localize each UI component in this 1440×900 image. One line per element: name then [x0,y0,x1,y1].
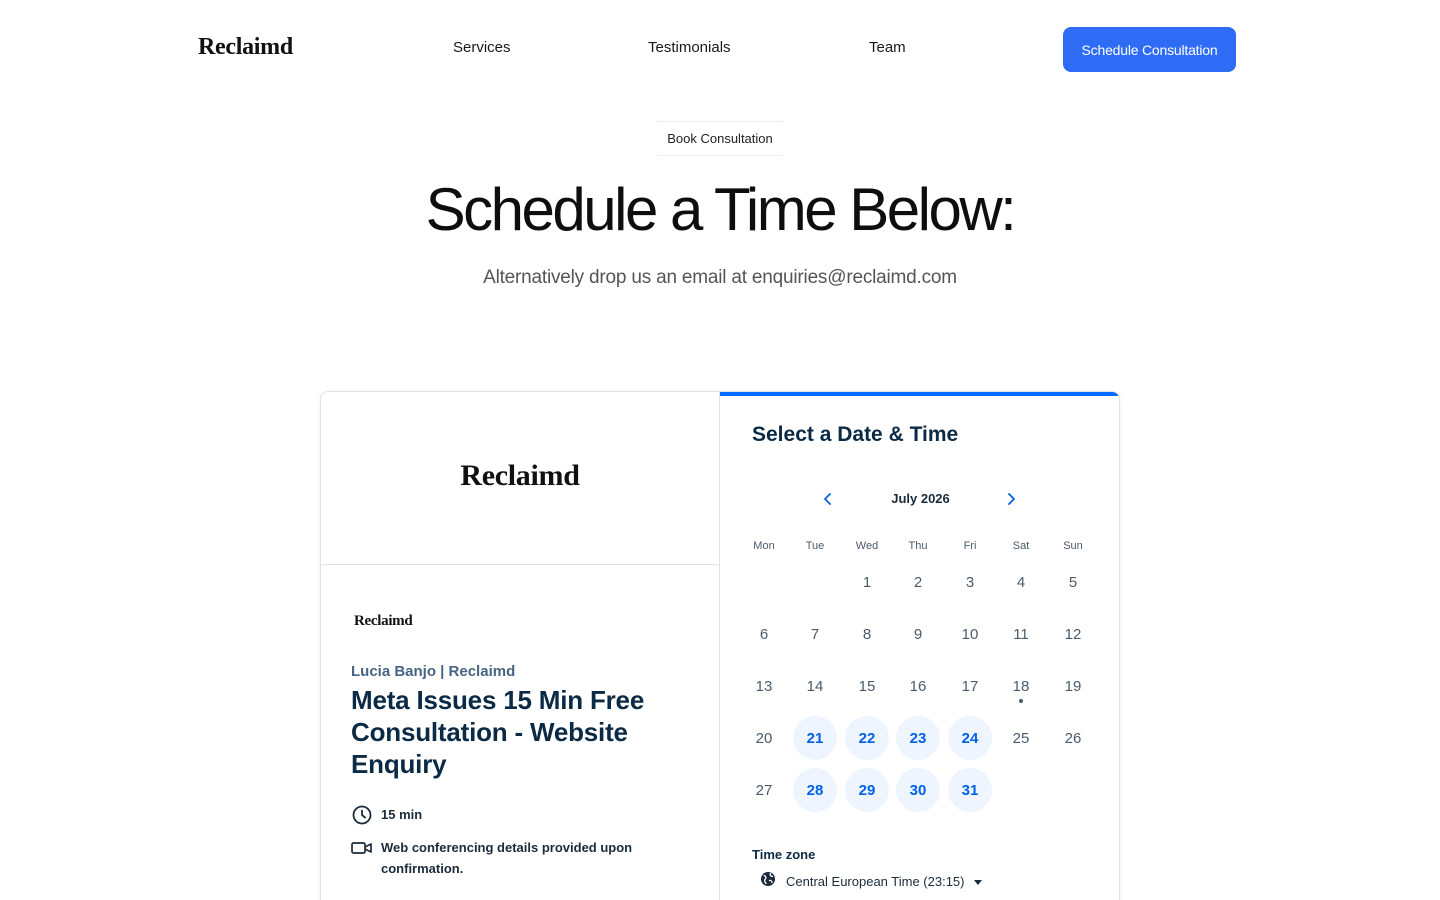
timezone-label: Time zone [752,847,816,862]
calendar-day-1: 1 [862,573,872,591]
calendar-day-24[interactable]: 24 [948,716,992,760]
calendar-day-4: 4 [1016,573,1026,591]
eyebrow-container: Book Consultation [0,120,1440,156]
calendar-day-7: 7 [810,625,820,643]
duration-row: 15 min [351,804,422,826]
booking-widget: Reclaimd Reclaimd Lucia Banjo | Reclaimd… [320,391,1120,900]
globe-icon [760,871,776,892]
calendar-day-8: 8 [862,625,872,643]
calendar-day-10: 10 [961,625,979,643]
calendar-day-11: 11 [1013,625,1029,643]
chevron-right-icon[interactable] [996,484,1026,514]
company-logo-area: Reclaimd [321,392,719,565]
calendar-day-16: 16 [909,677,927,695]
weekday-sun: Sun [1063,540,1083,552]
conferencing-row: Web conferencing details provided upon c… [351,837,651,879]
site-logo[interactable]: Reclaimd [198,34,293,61]
schedule-consultation-button[interactable]: Schedule Consultation [1063,27,1236,72]
accent-bar [720,392,1119,396]
calendar-day-12: 12 [1064,625,1082,643]
organizer-logo: Reclaimd [354,613,413,629]
calendar-day-19: 19 [1064,677,1082,695]
weekday-tue: Tue [805,540,825,552]
month-label: July 2026 [891,491,950,506]
nav-services[interactable]: Services [453,39,511,56]
conferencing-text: Web conferencing details provided upon c… [381,840,633,876]
timezone-value: Central European Time (23:15) [786,874,965,889]
calendar-day-14: 14 [806,677,824,695]
calendar-day-21[interactable]: 21 [793,716,837,760]
calendar-day-31[interactable]: 31 [948,768,992,812]
calendar-day-20: 20 [755,729,773,747]
nav-testimonials[interactable]: Testimonials [648,39,731,56]
weekday-mon: Mon [753,540,775,552]
calendar-day-22[interactable]: 22 [845,716,889,760]
calendar-day-3: 3 [965,573,975,591]
calendar-day-26: 26 [1064,729,1082,747]
event-details-pane: Reclaimd Reclaimd Lucia Banjo | Reclaimd… [321,392,720,900]
calendar-day-25: 25 [1012,729,1030,747]
today-indicator [1019,699,1023,703]
weekday-fri: Fri [963,540,977,552]
company-logo: Reclaimd [460,458,580,492]
weekday-thu: Thu [908,540,928,552]
calendar-day-27: 27 [755,781,773,799]
calendar-day-17: 17 [961,677,979,695]
month-navigation: July 2026 [720,484,1119,514]
clock-icon [351,804,373,826]
nav-team[interactable]: Team [869,39,906,56]
duration-text: 15 min [381,807,423,822]
calendar-day-29[interactable]: 29 [845,768,889,812]
calendar-day-2: 2 [913,573,923,591]
calendar-day-13: 13 [755,677,773,695]
calendar-day-23[interactable]: 23 [896,716,940,760]
calendar-day-28[interactable]: 28 [793,768,837,812]
calendar-day-30[interactable]: 30 [896,768,940,812]
eyebrow-label: Book Consultation [657,120,783,156]
page-subtitle: Alternatively drop us an email at enquir… [483,267,957,288]
organizer-name: Lucia Banjo | Reclaimd [351,663,516,680]
weekday-wed: Wed [855,540,879,552]
weekday-sat: Sat [1012,540,1030,552]
calendar-day-15: 15 [858,677,876,695]
date-time-picker: Select a Date & Time July 2026 Mon Tue Wed… [720,392,1119,900]
event-title: Meta Issues 15 Min Free Consultation - W… [351,685,645,779]
picker-title: Select a Date & Time [752,423,959,446]
calendar-day-18: 18 [999,664,1043,708]
calendar-day-9: 9 [913,625,923,643]
page-title: Schedule a Time Below: [425,176,1017,243]
calendar-day-6: 6 [759,625,769,643]
video-camera-icon [351,837,373,859]
caret-down-icon [974,873,983,891]
timezone-select[interactable]: Central European Time (23:15) [760,871,983,892]
calendar-day-5: 5 [1068,573,1078,591]
